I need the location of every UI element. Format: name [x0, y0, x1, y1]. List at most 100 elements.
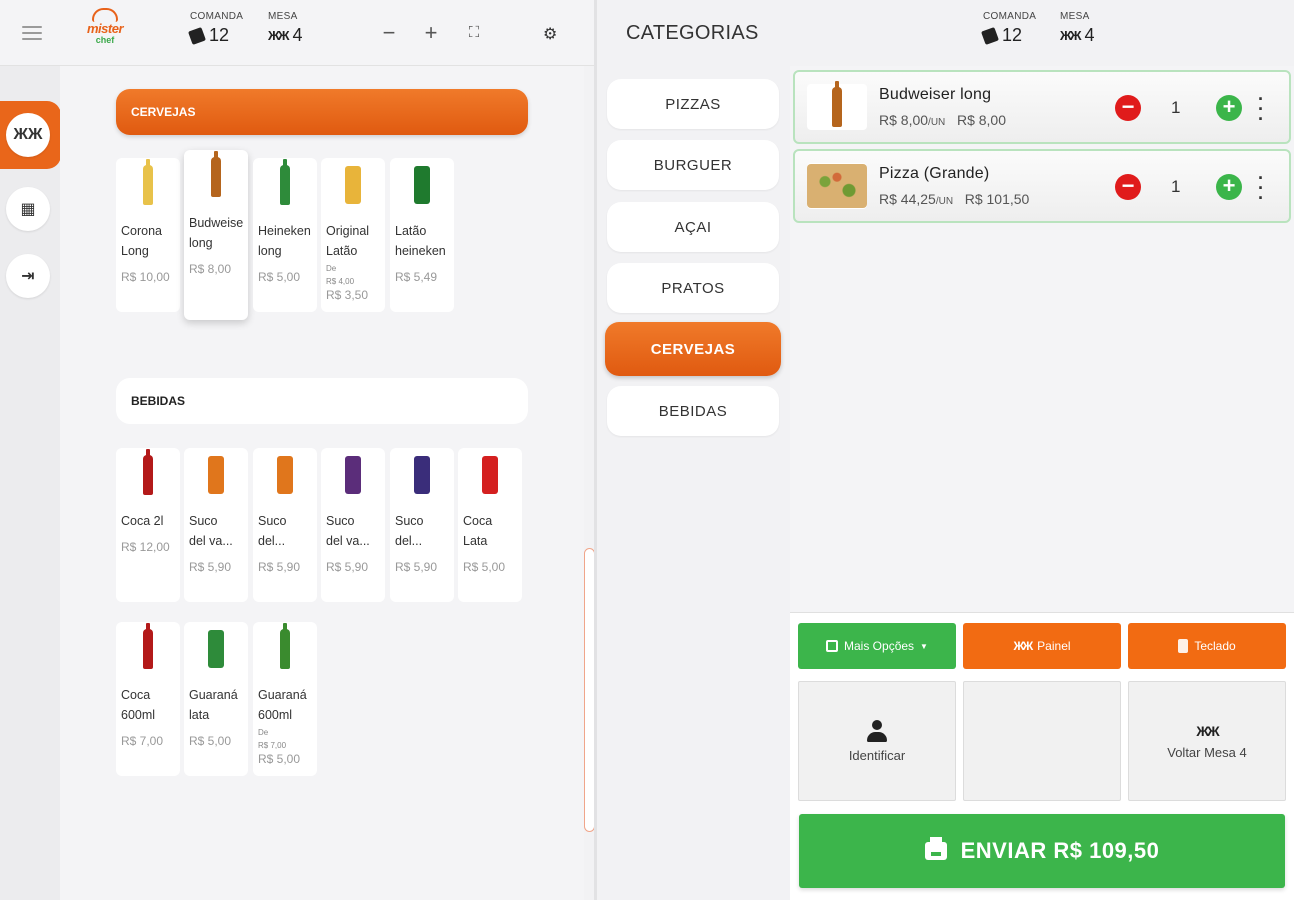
- product-name-line2: Lata: [463, 534, 488, 548]
- product-image: [121, 623, 175, 673]
- product-name-line2: Long: [121, 244, 149, 258]
- bottle-icon: [280, 159, 290, 205]
- category-pratos[interactable]: PRATOS: [607, 263, 779, 313]
- product-name: Heineken: [258, 224, 311, 238]
- increase-qty-button[interactable]: +: [1216, 95, 1242, 121]
- fullscreen-icon[interactable]: ⛶: [462, 22, 486, 44]
- identify-button[interactable]: Identificar: [798, 681, 956, 801]
- product-card[interactable]: Coca Lata R$ 5,00: [458, 448, 522, 602]
- decrease-qty-button[interactable]: −: [1115, 95, 1141, 121]
- table-icon: ЖЖ: [268, 28, 289, 43]
- product-card[interactable]: Coca 2l R$ 12,00: [116, 448, 180, 602]
- table-icon: ЖЖ: [13, 126, 43, 143]
- product-image: [326, 451, 380, 499]
- product-old-price: R$ 7,00: [258, 741, 287, 750]
- product-name-line2: lata: [189, 708, 210, 722]
- product-name-line2: Latão: [326, 244, 358, 258]
- comanda-info-right: COMANDA 12: [981, 11, 1037, 45]
- order-item-image: [807, 163, 867, 209]
- product-card[interactable]: Original Latão De R$ 4,00 R$ 3,50: [321, 158, 385, 312]
- can-icon: [414, 166, 430, 204]
- more-options-icon[interactable]: · · ·: [1257, 90, 1265, 128]
- product-name-line2: del va...: [189, 534, 233, 548]
- product-image: [189, 151, 243, 201]
- product-card[interactable]: Coca 600ml R$ 7,00: [116, 622, 180, 776]
- product-card[interactable]: Latão heineken R$ 5,49: [390, 158, 454, 312]
- can-icon: [208, 456, 224, 494]
- rail-exit-button[interactable]: ⇥: [6, 254, 50, 298]
- section-header-cervejas: CERVEJAS: [116, 89, 528, 135]
- product-card[interactable]: Budweiser long R$ 8,00: [184, 150, 248, 320]
- product-price: R$ 8,00: [189, 262, 232, 276]
- order-item-price: R$ 44,25/UN R$ 101,50: [879, 191, 1030, 207]
- product-image: [121, 159, 175, 209]
- product-price: R$ 5,90: [189, 560, 232, 574]
- product-image: [121, 449, 175, 499]
- table-icon: ЖЖ: [1196, 722, 1219, 739]
- product-card[interactable]: Suco del va... R$ 5,90: [184, 448, 248, 602]
- more-options-button[interactable]: Mais Opções ▼: [798, 623, 956, 669]
- product-card[interactable]: Guaraná 600ml De R$ 7,00 R$ 5,00: [253, 622, 317, 776]
- calculator-icon: ▦: [20, 201, 36, 218]
- product-card[interactable]: Heineken long R$ 5,00: [253, 158, 317, 312]
- product-card[interactable]: Guaraná lata R$ 5,00: [184, 622, 248, 776]
- mesa-info-right: MESA ЖЖ 4: [1060, 11, 1095, 45]
- can-icon: [482, 456, 498, 494]
- table-icon: ЖЖ: [1013, 639, 1033, 653]
- order-item-qty: 1: [1171, 177, 1181, 196]
- product-card[interactable]: Suco del... R$ 5,90: [390, 448, 454, 602]
- product-price: R$ 10,00: [121, 270, 170, 284]
- back-to-table-button[interactable]: ЖЖ Voltar Mesa 4: [1128, 681, 1286, 801]
- ticket-icon: [188, 26, 206, 45]
- order-item-pizza[interactable]: Pizza (Grande) R$ 44,25/UN R$ 101,50 − 1…: [793, 149, 1291, 223]
- category-acai[interactable]: AÇAI: [607, 202, 779, 252]
- product-price: R$ 5,00: [258, 270, 301, 284]
- product-name-line2: del...: [395, 534, 423, 548]
- printer-icon: [924, 837, 947, 860]
- empty-tile: [963, 681, 1121, 801]
- category-burguer[interactable]: BURGUER: [607, 140, 779, 190]
- category-bebidas[interactable]: BEBIDAS: [607, 386, 779, 436]
- product-name-line2: 600ml: [258, 708, 293, 722]
- comanda-info: COMANDA 12: [188, 11, 244, 45]
- rail-calculator-button[interactable]: ▦: [6, 187, 50, 231]
- product-card[interactable]: Suco del... R$ 5,90: [253, 448, 317, 602]
- product-name-line2: heineken: [395, 244, 446, 258]
- order-item-price: R$ 8,00/UN R$ 8,00: [879, 112, 1006, 128]
- increase-qty-button[interactable]: +: [1216, 174, 1242, 200]
- can-icon: [277, 456, 293, 494]
- settings-gear-icon[interactable]: ⚙: [543, 24, 557, 44]
- bottle-icon: [832, 81, 842, 127]
- table-icon: ЖЖ: [1060, 28, 1081, 43]
- order-item-budweiser[interactable]: Budweiser long R$ 8,00/UN R$ 8,00 − 1 + …: [793, 70, 1291, 144]
- copy-icon: [826, 640, 839, 652]
- hamburger-menu-icon[interactable]: [22, 26, 42, 40]
- bottle-icon: [211, 151, 221, 197]
- product-name-line2: long: [258, 244, 282, 258]
- product-image: [258, 623, 312, 673]
- keyboard-button[interactable]: Teclado: [1128, 623, 1286, 669]
- product-old-label: De: [258, 728, 269, 737]
- bottle-icon: [280, 623, 290, 669]
- product-name: Suco: [189, 514, 218, 528]
- product-name: Suco: [258, 514, 287, 528]
- send-order-button[interactable]: ENVIAR R$ 109,50: [799, 814, 1285, 888]
- category-cervejas[interactable]: CERVEJAS: [605, 322, 781, 376]
- product-image: [189, 625, 243, 673]
- more-options-icon[interactable]: · · ·: [1257, 169, 1265, 207]
- product-card[interactable]: Corona Long R$ 10,00: [116, 158, 180, 312]
- zoom-out-button[interactable]: −: [377, 22, 401, 44]
- category-pizzas[interactable]: PIZZAS: [607, 79, 779, 129]
- product-card[interactable]: Suco del va... R$ 5,90: [321, 448, 385, 602]
- product-name: Suco: [326, 514, 355, 528]
- zoom-in-button[interactable]: +: [419, 22, 443, 44]
- product-name: Original: [326, 224, 370, 238]
- product-name: Suco: [395, 514, 424, 528]
- product-price: R$ 5,90: [395, 560, 438, 574]
- panel-button[interactable]: ЖЖ Painel: [963, 623, 1121, 669]
- rail-tables-button[interactable]: ЖЖ: [6, 113, 50, 157]
- panel-divider: [594, 0, 597, 900]
- order-item-name: Budweiser long: [879, 86, 992, 103]
- decrease-qty-button[interactable]: −: [1115, 174, 1141, 200]
- product-name-line2: 600ml: [121, 708, 156, 722]
